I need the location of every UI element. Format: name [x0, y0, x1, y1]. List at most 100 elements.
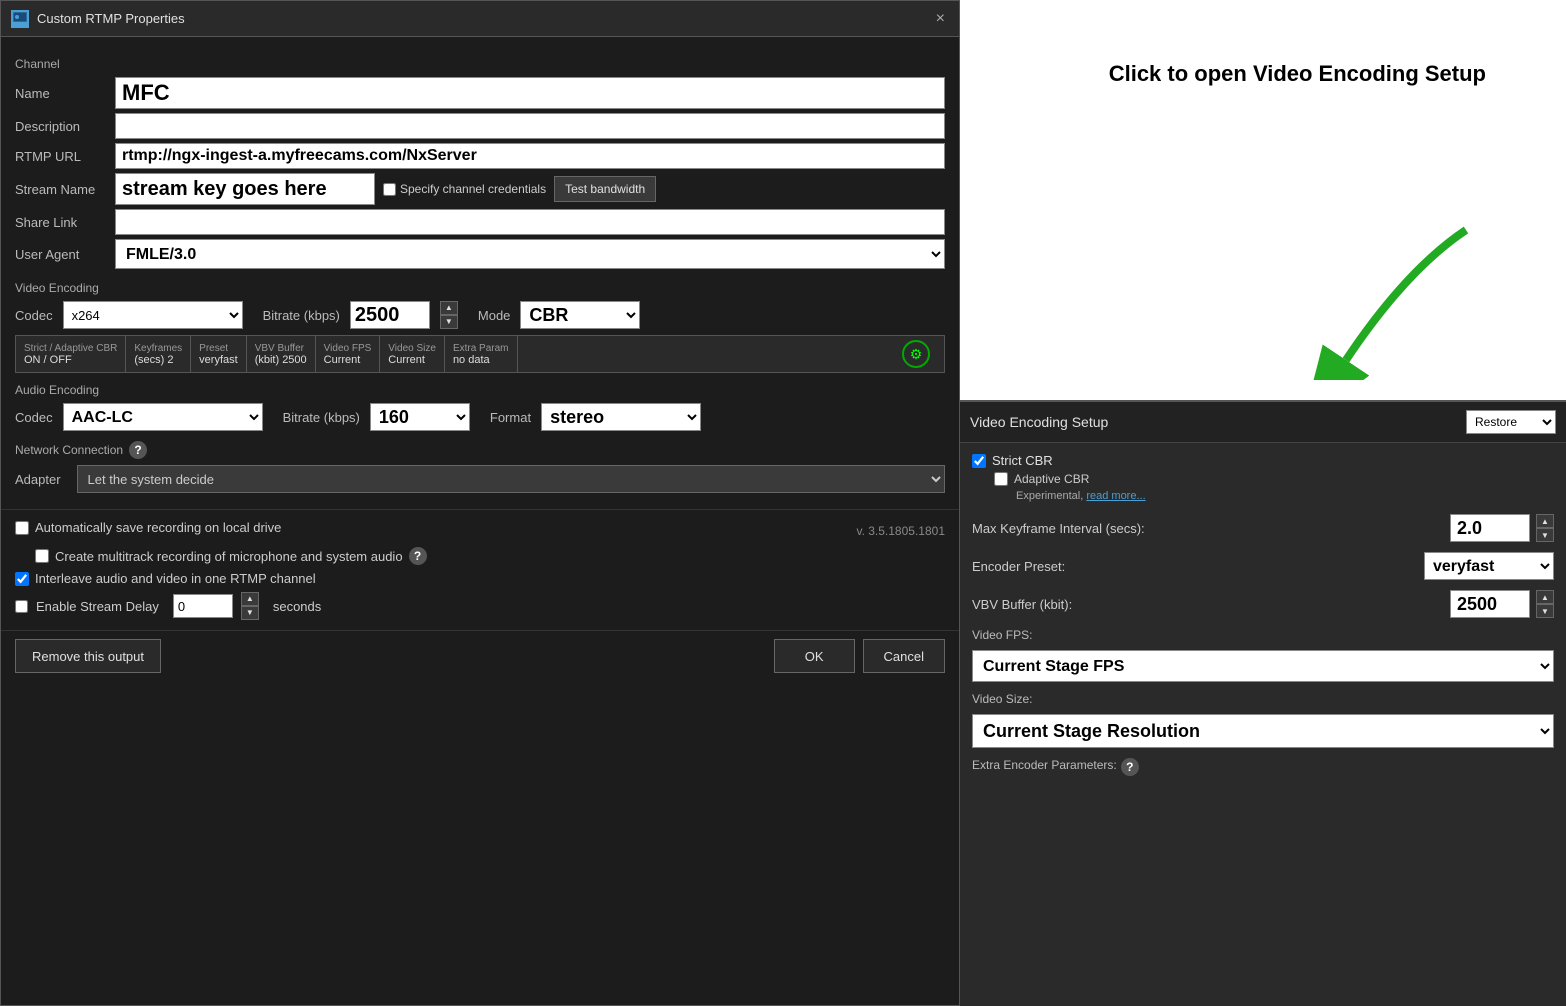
dialog-title: Custom RTMP Properties: [37, 11, 932, 26]
specify-credentials-checkbox[interactable]: [383, 183, 396, 196]
ve-setup-header: Video Encoding Setup Restore: [960, 402, 1566, 443]
video-fps-section: Video FPS: Current Stage FPS: [972, 628, 1554, 682]
name-input[interactable]: [115, 77, 945, 109]
keyframe-spinner: ▲ ▼: [1536, 514, 1554, 542]
name-label: Name: [15, 86, 115, 101]
dialog-content: Channel Name Description RTMP URL Stream…: [1, 37, 959, 509]
close-button[interactable]: ×: [932, 10, 949, 28]
title-bar: Custom RTMP Properties ×: [1, 1, 959, 37]
delay-down-button[interactable]: ▼: [241, 606, 259, 620]
version-text: v. 3.5.1805.1801: [856, 524, 945, 538]
interleave-checkbox[interactable]: [15, 572, 29, 586]
audio-format-select[interactable]: stereo: [541, 403, 701, 431]
dialog-icon: [11, 10, 29, 28]
stream-key-input[interactable]: [115, 173, 375, 205]
network-help-icon[interactable]: ?: [129, 441, 147, 459]
remove-output-button[interactable]: Remove this output: [15, 639, 161, 673]
size-cell: Video Size Current: [380, 336, 445, 372]
delay-unit: seconds: [273, 599, 321, 614]
cancel-button[interactable]: Cancel: [863, 639, 945, 673]
experimental-text: Experimental, read more...: [1016, 490, 1554, 502]
dialog-buttons-bar: Remove this output OK Cancel: [1, 630, 959, 681]
test-bandwidth-button[interactable]: Test bandwidth: [554, 176, 656, 202]
ok-button[interactable]: OK: [774, 639, 855, 673]
video-size-section: Video Size: Current Stage Resolution: [972, 692, 1554, 748]
video-encoding-setup-button[interactable]: ⚙: [902, 340, 930, 368]
delay-spinner: ▲ ▼: [241, 592, 259, 620]
vbv-up-button[interactable]: ▲: [1536, 590, 1554, 604]
gear-cell: ⚙: [888, 336, 944, 372]
share-link-label: Share Link: [15, 215, 115, 230]
strict-adaptive-cell: Strict / Adaptive CBR ON / OFF: [16, 336, 126, 372]
annotation-area: Click to open Video Encoding Setup: [960, 0, 1566, 400]
bitrate-spinner: ▲ ▼: [440, 301, 458, 329]
share-link-row: Share Link: [15, 209, 945, 235]
annotation-text: Click to open Video Encoding Setup: [1109, 60, 1486, 89]
encoder-preset-row: Encoder Preset: veryfast: [972, 552, 1554, 580]
audio-codec-select[interactable]: AAC-LC: [63, 403, 263, 431]
audio-format-label: Format: [490, 410, 531, 425]
auto-save-checkbox[interactable]: [15, 521, 29, 535]
user-agent-select[interactable]: FMLE/3.0: [115, 239, 945, 269]
bitrate-label: Bitrate (kbps): [263, 308, 340, 323]
stream-delay-row: Enable Stream Delay ▲ ▼ seconds: [15, 592, 945, 620]
ve-restore-select[interactable]: Restore: [1466, 410, 1556, 434]
ve-body: Strict CBR Adaptive CBR Experimental, re…: [960, 443, 1566, 786]
multitrack-checkbox[interactable]: [35, 549, 49, 563]
vbv-down-button[interactable]: ▼: [1536, 604, 1554, 618]
strict-cbr-checkbox[interactable]: [972, 454, 986, 468]
codec-label: Codec: [15, 308, 53, 323]
read-more-link[interactable]: read more...: [1086, 490, 1145, 502]
rtmp-url-label: RTMP URL: [15, 149, 115, 164]
network-section: Network Connection ?: [15, 441, 945, 459]
stream-delay-checkbox[interactable]: [15, 600, 28, 613]
audio-bitrate-select[interactable]: 160: [370, 403, 470, 431]
video-size-select[interactable]: Current Stage Resolution: [972, 714, 1554, 748]
mode-select[interactable]: CBR: [520, 301, 640, 329]
share-link-input[interactable]: [115, 209, 945, 235]
keyframe-down-button[interactable]: ▼: [1536, 528, 1554, 542]
encoding-details-bar: Strict / Adaptive CBR ON / OFF Keyframes…: [15, 335, 945, 373]
stream-delay-input[interactable]: [173, 594, 233, 618]
specify-credentials-label: Specify channel credentials: [383, 182, 546, 196]
ve-setup-panel: Video Encoding Setup Restore Strict CBR …: [960, 400, 1566, 1006]
video-encoding-row: Codec x264 Bitrate (kbps) ▲ ▼ Mode CBR: [15, 301, 945, 329]
stream-name-label: Stream Name: [15, 182, 115, 197]
description-input[interactable]: [115, 113, 945, 139]
adapter-label: Adapter: [15, 472, 61, 487]
encoder-preset-select[interactable]: veryfast: [1424, 552, 1554, 580]
keyframe-up-button[interactable]: ▲: [1536, 514, 1554, 528]
video-fps-select[interactable]: Current Stage FPS: [972, 650, 1554, 682]
user-agent-label: User Agent: [15, 247, 115, 262]
bottom-options: Automatically save recording on local dr…: [1, 509, 959, 630]
main-dialog: Custom RTMP Properties × Channel Name De…: [0, 0, 960, 1006]
rtmp-url-input[interactable]: [115, 143, 945, 169]
vbv-buffer-input[interactable]: [1450, 590, 1530, 618]
adaptive-cbr-section: Adaptive CBR Experimental, read more...: [994, 472, 1554, 502]
user-agent-row: User Agent FMLE/3.0: [15, 239, 945, 269]
extra-params-help-icon[interactable]: ?: [1121, 758, 1139, 776]
vbv-cell: VBV Buffer (kbit) 2500: [247, 336, 316, 372]
strict-cbr-label: Strict CBR: [992, 453, 1053, 468]
channel-section-label: Channel: [15, 57, 945, 71]
right-panel: Click to open Video Encoding Setup Video…: [960, 0, 1566, 1006]
bitrate-up-button[interactable]: ▲: [440, 301, 458, 315]
adapter-select[interactable]: Let the system decide: [77, 465, 945, 493]
multitrack-help-icon[interactable]: ?: [409, 547, 427, 565]
audio-encoding-section-label: Audio Encoding: [15, 383, 945, 397]
delay-up-button[interactable]: ▲: [241, 592, 259, 606]
extra-params-label: Extra Encoder Parameters:: [972, 758, 1117, 772]
keyframe-row: Max Keyframe Interval (secs): ▲ ▼: [972, 514, 1554, 542]
codec-select[interactable]: x264: [63, 301, 243, 329]
bitrate-down-button[interactable]: ▼: [440, 315, 458, 329]
bitrate-input[interactable]: [350, 301, 430, 329]
keyframe-label: Max Keyframe Interval (secs):: [972, 521, 1152, 536]
adaptive-cbr-checkbox[interactable]: [994, 472, 1008, 486]
keyframe-input[interactable]: [1450, 514, 1530, 542]
adaptive-cbr-label: Adaptive CBR: [1014, 472, 1089, 486]
preset-cell: Preset veryfast: [191, 336, 247, 372]
stream-name-row: Stream Name Specify channel credentials …: [15, 173, 945, 205]
strict-cbr-row: Strict CBR: [972, 453, 1554, 468]
annotation-arrow: [1306, 220, 1506, 380]
audio-encoding-row: Codec AAC-LC Bitrate (kbps) 160 Format s…: [15, 403, 945, 431]
